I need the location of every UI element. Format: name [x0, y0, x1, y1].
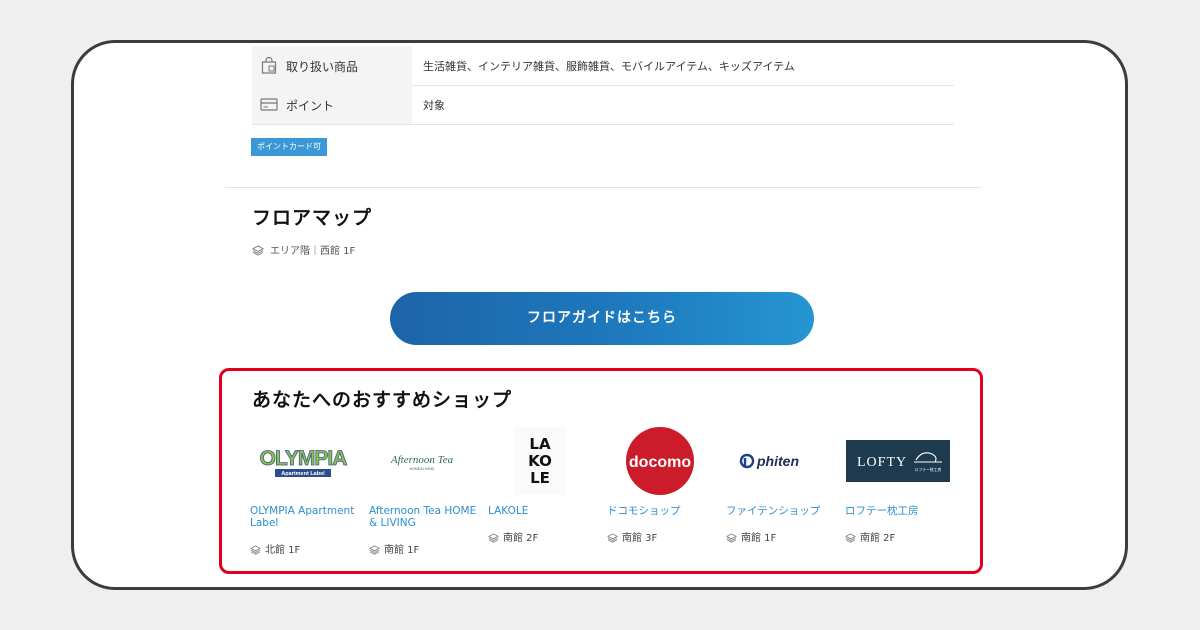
docomo-logo[interactable]: docomo [607, 425, 713, 497]
floor-map-title: フロアマップ [252, 207, 373, 229]
card-icon [260, 96, 278, 113]
lakole-logo[interactable]: LA KO LE [514, 427, 566, 495]
shop-name[interactable]: ファイテンショップ [726, 505, 838, 517]
browser-frame: 取り扱い商品 生活雑貨、インテリア雑貨、服飾雑貨、モバイルアイテム、キッズアイテ… [71, 40, 1128, 590]
shop-floor: 南館 1F [725, 529, 777, 544]
olympia-logo-text: OLYMPIA [260, 447, 348, 470]
shop-name[interactable]: ロフテー枕工房 [845, 505, 957, 517]
olympia-logo[interactable]: OLYMPIA Apartment Label [250, 425, 356, 497]
layers-icon [487, 533, 500, 543]
section-divider [225, 187, 981, 188]
lofty-logo-text: LOFTY [857, 455, 907, 470]
floor-guide-button[interactable]: フロアガイドはこちら [390, 292, 814, 345]
lakole-logo-line-2: KO [528, 452, 552, 470]
shop-floor-value: 南館 1F [384, 545, 420, 556]
shop-floor-value: 南館 3F [622, 533, 658, 544]
layers-icon [251, 245, 265, 256]
lofty-logo-sub: ロフテー枕工房 [915, 467, 942, 472]
phiten-logo[interactable]: phiten [726, 425, 832, 497]
layers-icon [844, 533, 857, 543]
lakole-logo-line-3: LE [530, 469, 550, 487]
shop-floor-value: 南館 1F [741, 533, 777, 544]
shop-floor: 南館 2F [844, 529, 896, 544]
lakole-logo-line-1: LA [529, 435, 551, 453]
layers-icon [606, 533, 619, 543]
afternoon-tea-logo-text: Afternoon Tea [390, 454, 454, 466]
shop-floor-value: 南館 2F [503, 533, 539, 544]
floor-area-label: エリア階｜ [270, 246, 320, 257]
docomo-logo-text: docomo [629, 454, 691, 471]
shopping-bag-icon [260, 56, 278, 74]
shop-floor-value: 北館 1F [265, 545, 301, 556]
shop-name[interactable]: Afternoon Tea HOME & LIVING [369, 505, 481, 529]
info-header-cell: ポイント [252, 85, 412, 124]
layers-icon [725, 533, 738, 543]
phiten-logo-text: phiten [756, 453, 799, 469]
afternoon-tea-logo-sub: HOME&LIVING [410, 467, 435, 471]
shop-floor: 南館 3F [606, 529, 658, 544]
info-label: ポイント [286, 99, 335, 113]
floor-info: エリア階｜西館 1F [251, 242, 356, 257]
floor-area-value: 西館 1F [320, 246, 356, 257]
info-label: 取り扱い商品 [286, 60, 359, 74]
afternoon-tea-logo[interactable]: Afternoon Tea HOME&LIVING [369, 425, 475, 497]
shop-floor: 南館 2F [487, 529, 539, 544]
point-card-badge: ポイントカード可 [251, 138, 327, 156]
shop-name[interactable]: OLYMPIA Apartment Label [250, 505, 362, 529]
shop-name[interactable]: ドコモショップ [607, 505, 719, 517]
info-header-cell: 取り扱い商品 [252, 46, 412, 85]
recommend-title: あなたへのおすすめショップ [252, 389, 513, 411]
shop-floor: 北館 1F [249, 541, 301, 556]
lofty-logo[interactable]: LOFTY ロフテー枕工房 [845, 425, 951, 497]
info-row-products: 取り扱い商品 生活雑貨、インテリア雑貨、服飾雑貨、モバイルアイテム、キッズアイテ… [252, 46, 954, 86]
info-row-points: ポイント 対象 [252, 85, 954, 125]
layers-icon [249, 545, 262, 555]
info-value: 対象 [423, 99, 445, 112]
olympia-logo-sub: Apartment Label [281, 471, 325, 477]
layers-icon [368, 545, 381, 555]
shop-floor: 南館 1F [368, 541, 420, 556]
info-value: 生活雑貨、インテリア雑貨、服飾雑貨、モバイルアイテム、キッズアイテム [423, 60, 795, 73]
shop-name[interactable]: LAKOLE [488, 505, 600, 517]
shop-floor-value: 南館 2F [860, 533, 896, 544]
